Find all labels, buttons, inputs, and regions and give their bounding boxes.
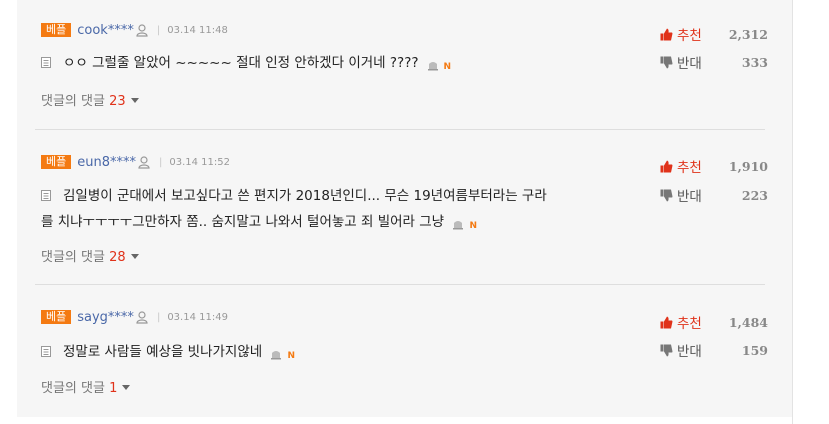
comment-item: 베플 cook**** | 03.14 11:48 ㅇㅇ 그럴줄 알았어 ~~~… <box>17 0 792 130</box>
replies-toggle[interactable]: 댓글의 댓글 1 <box>41 377 131 396</box>
comment-text: 김일병이 군대에서 보고싶다고 쓴 편지가 2018년인디... 무슨 19년여… <box>41 188 547 230</box>
like-count: 1,484 <box>728 314 768 330</box>
comment-item: 베플 eun8**** | 03.14 11:52 김일병이 군대에서 보고싶다… <box>17 130 792 285</box>
like-button[interactable]: 추천 2,312 <box>660 24 768 44</box>
replies-count: 1 <box>109 381 118 396</box>
dislike-count: 333 <box>741 54 768 70</box>
mobile-icon <box>427 62 438 71</box>
like-button[interactable]: 추천 1,484 <box>660 312 768 332</box>
svg-text:N: N <box>287 351 295 359</box>
thumbs-up-icon <box>660 316 673 328</box>
separator: | <box>156 24 161 36</box>
comment-time: 03.14 11:48 <box>167 24 228 36</box>
dislike-button[interactable]: 반대 333 <box>660 52 768 72</box>
thumbs-down-icon <box>660 56 673 68</box>
comment-text: 정말로 사람들 예상을 빗나가지않네 N <box>41 339 641 367</box>
best-badge: 베플 <box>41 155 72 169</box>
username-link[interactable]: eun8**** <box>77 155 136 170</box>
svg-text:N: N <box>444 62 452 70</box>
thumbs-up-icon <box>660 160 673 172</box>
comment-doc-icon <box>41 346 51 357</box>
mobile-icon <box>453 221 464 230</box>
replies-toggle[interactable]: 댓글의 댓글 28 <box>41 246 139 265</box>
thumbs-down-icon <box>660 344 673 356</box>
comment-item: 베플 sayg**** | 03.14 11:49 정말로 사람들 예상을 빗나… <box>17 285 792 417</box>
comment-time: 03.14 11:52 <box>169 156 230 168</box>
replies-count: 28 <box>109 250 126 265</box>
caret-down-icon <box>130 98 139 103</box>
new-badge-icon: N <box>469 221 477 229</box>
caret-down-icon <box>122 385 131 390</box>
new-badge-icon: N <box>287 351 295 359</box>
user-profile-icon[interactable] <box>138 155 150 169</box>
username-link[interactable]: sayg**** <box>77 310 134 325</box>
like-count: 2,312 <box>728 26 768 42</box>
page-border <box>792 0 793 424</box>
dislike-button[interactable]: 반대 223 <box>660 185 768 205</box>
separator: | <box>159 156 163 168</box>
user-profile-icon[interactable] <box>136 310 148 324</box>
new-badge-icon: N <box>444 62 452 70</box>
mobile-icon <box>271 351 282 360</box>
comment-time: 03.14 11:49 <box>167 311 228 323</box>
like-button[interactable]: 추천 1,910 <box>660 156 768 176</box>
user-profile-icon[interactable] <box>136 23 148 37</box>
best-badge: 베플 <box>41 23 72 37</box>
dislike-button[interactable]: 반대 159 <box>660 340 768 360</box>
thumbs-up-icon <box>660 28 673 40</box>
thumbs-down-icon <box>660 189 673 201</box>
comment-doc-icon <box>41 57 51 68</box>
replies-count: 23 <box>109 94 126 109</box>
caret-down-icon <box>130 254 139 259</box>
dislike-count: 159 <box>741 342 768 358</box>
best-badge: 베플 <box>41 310 72 324</box>
best-comments-panel: 베플 cook**** | 03.14 11:48 ㅇㅇ 그럴줄 알았어 ~~~… <box>17 0 792 417</box>
separator: | <box>156 311 161 323</box>
dislike-count: 223 <box>741 187 768 203</box>
comment-text: ㅇㅇ 그럴줄 알았어 ~~~~~ 절대 인정 안하겠다 이거네 ???? N <box>41 50 641 78</box>
like-count: 1,910 <box>728 158 768 174</box>
comment-doc-icon <box>41 190 51 201</box>
svg-text:N: N <box>469 221 477 229</box>
replies-toggle[interactable]: 댓글의 댓글 23 <box>41 90 139 109</box>
username-link[interactable]: cook**** <box>77 23 134 38</box>
